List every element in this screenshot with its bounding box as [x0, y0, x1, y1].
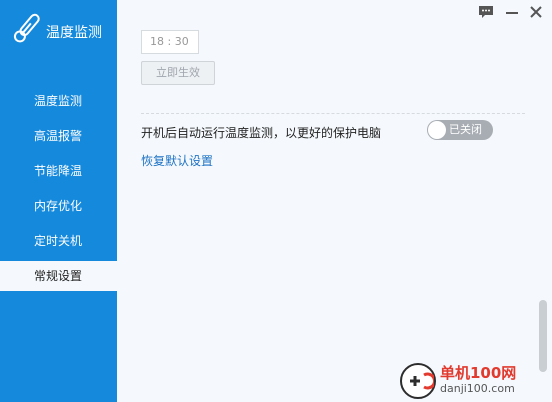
sidebar-item-label: 温度监测 — [34, 94, 83, 108]
shutdown-time-input[interactable]: 18 : 30 — [141, 30, 199, 54]
minimize-button[interactable] — [503, 4, 521, 20]
auto-start-label: 开机后自动运行温度监测，以更好的保护电脑 — [141, 126, 382, 140]
sidebar-item-general-settings[interactable]: 常规设置 — [0, 261, 117, 291]
app-window: 温度监测 温度监测 高温报警 节能降温 内存优化 定时关机 常规设置 18: … — [0, 0, 552, 402]
sidebar-item-scheduled-shutdown[interactable]: 定时关机 — [0, 226, 117, 256]
watermark-url: danji100.com — [440, 382, 515, 395]
auto-start-toggle[interactable]: 已关闭 — [427, 120, 493, 140]
sidebar-item-high-temp-alarm[interactable]: 高温报警 — [0, 121, 117, 151]
watermark: 单机100网 danji100.com — [400, 360, 552, 402]
thermometer-icon — [13, 13, 40, 43]
chat-icon — [479, 6, 493, 18]
apply-now-button[interactable]: 立即生效 — [141, 61, 215, 85]
sidebar: 温度监测 温度监测 高温报警 节能降温 内存优化 定时关机 常规设置 — [0, 0, 117, 402]
app-title: 温度监测 — [46, 25, 102, 41]
sidebar-item-label: 定时关机 — [34, 234, 83, 248]
sidebar-item-label: 常规设置 — [34, 269, 83, 283]
minimize-icon — [506, 12, 518, 14]
vertical-scrollbar[interactable] — [539, 0, 547, 402]
sidebar-item-label: 节能降温 — [34, 164, 83, 178]
toggle-state-label: 已关闭 — [449, 123, 482, 136]
sidebar-item-memory-optimize[interactable]: 内存优化 — [0, 191, 117, 221]
content-panel: 18 : 30 立即生效 开机后自动运行温度监测，以更好的保护电脑 已关闭 恢复… — [117, 0, 552, 402]
watermark-brand: 单机100网 — [440, 364, 517, 382]
section-divider — [141, 113, 525, 114]
sidebar-item-label: 高温报警 — [34, 129, 83, 143]
watermark-logo-icon — [400, 363, 437, 399]
sidebar-item-temperature-monitor[interactable]: 温度监测 — [0, 86, 117, 116]
sidebar-item-energy-cooling[interactable]: 节能降温 — [0, 156, 117, 186]
toggle-knob — [428, 121, 446, 139]
restore-defaults-link[interactable]: 恢复默认设置 — [141, 152, 213, 169]
app-logo: 温度监测 — [10, 10, 116, 52]
feedback-button[interactable] — [477, 4, 495, 20]
sidebar-item-label: 内存优化 — [34, 199, 83, 213]
